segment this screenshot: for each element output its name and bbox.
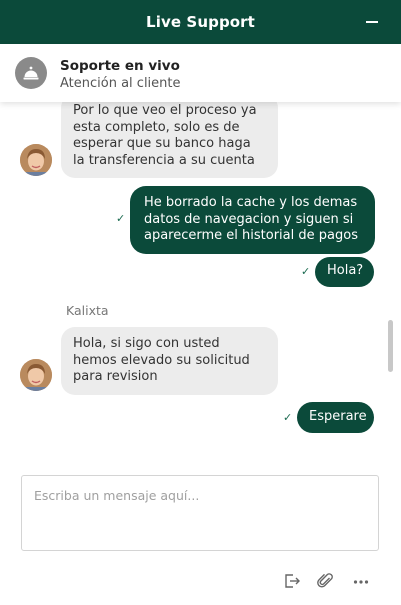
agent-subtitle: Atención al cliente xyxy=(60,76,181,91)
incoming-message: Por lo que veo el proceso ya esta comple… xyxy=(61,102,278,178)
message-input-container[interactable] xyxy=(21,475,379,551)
agent-info-bar: Soporte en vivo Atención al cliente xyxy=(0,44,401,102)
scrollbar-thumb[interactable] xyxy=(388,320,393,372)
message-text: Esperare xyxy=(309,409,367,424)
header-title: Live Support xyxy=(146,13,255,31)
exit-icon[interactable] xyxy=(283,572,301,590)
message-text: Hola? xyxy=(327,263,364,278)
minimize-icon[interactable] xyxy=(365,14,379,28)
message-list[interactable]: Por lo que veo el proceso ya esta comple… xyxy=(0,102,401,460)
message-text: He borrado la cache y los demas datos de… xyxy=(144,195,358,243)
agent-avatar xyxy=(20,144,52,176)
sender-name: Kalixta xyxy=(66,303,109,318)
outgoing-message: Hola? xyxy=(315,257,374,287)
concierge-bell-icon xyxy=(15,57,47,89)
incoming-message: Hola, si sigo con usted hemos elevado su… xyxy=(61,327,278,395)
delivered-check-icon: ✓ xyxy=(116,212,126,225)
outgoing-message: Esperare xyxy=(297,402,374,433)
more-icon[interactable] xyxy=(352,572,370,590)
chat-header: Live Support xyxy=(0,0,401,44)
delivered-check-icon: ✓ xyxy=(283,411,293,424)
agent-name: Soporte en vivo xyxy=(60,58,180,74)
message-text: Hola, si sigo con usted hemos elevado su… xyxy=(73,336,250,384)
message-text: Por lo que veo el proceso ya esta comple… xyxy=(73,103,257,168)
paperclip-icon[interactable] xyxy=(317,572,335,590)
agent-avatar xyxy=(20,359,52,391)
outgoing-message: He borrado la cache y los demas datos de… xyxy=(130,186,375,254)
delivered-check-icon: ✓ xyxy=(301,265,311,278)
message-input[interactable] xyxy=(34,488,366,538)
composer-toolbar xyxy=(0,568,401,594)
